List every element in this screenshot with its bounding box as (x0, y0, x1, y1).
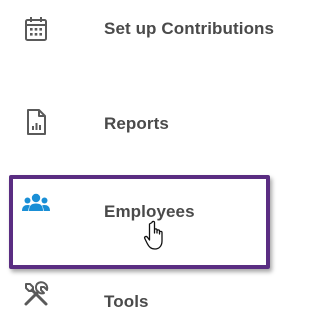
hand-pointer-cursor-icon (143, 220, 163, 250)
menu-item-label: Set up Contributions (104, 19, 275, 38)
tools-icon (24, 281, 49, 306)
menu-item-label: Tools (104, 292, 149, 311)
menu-item-set-up-contributions[interactable]: Set up Contributions (0, 0, 296, 64)
calendar-icon (25, 17, 47, 41)
menu-item-tools[interactable]: Tools (0, 262, 296, 326)
menu-item-reports[interactable]: Reports (0, 92, 296, 156)
highlight-box (9, 175, 270, 269)
menu-item-label: Reports (104, 114, 169, 133)
report-document-icon (27, 109, 46, 135)
